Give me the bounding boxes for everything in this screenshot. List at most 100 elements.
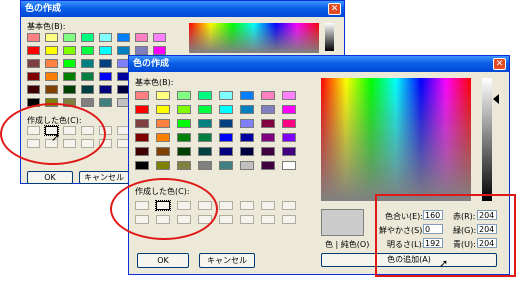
basic-color-swatch[interactable] xyxy=(135,46,148,55)
basic-color-swatch[interactable] xyxy=(135,91,149,100)
basic-color-swatch[interactable] xyxy=(177,161,191,170)
basic-color-swatch[interactable] xyxy=(177,91,191,100)
basic-color-swatch[interactable] xyxy=(198,119,212,128)
custom-color-slot[interactable] xyxy=(240,215,254,224)
basic-color-swatch[interactable] xyxy=(63,72,76,81)
basic-color-swatch[interactable] xyxy=(81,98,94,107)
basic-color-swatch[interactable] xyxy=(177,147,191,156)
basic-color-swatch[interactable] xyxy=(81,85,94,94)
basic-color-swatch[interactable] xyxy=(63,46,76,55)
basic-color-swatch[interactable] xyxy=(99,46,112,55)
basic-color-swatch[interactable] xyxy=(81,46,94,55)
basic-color-swatch[interactable] xyxy=(219,133,233,142)
basic-color-swatch[interactable] xyxy=(261,105,275,114)
basic-color-swatch[interactable] xyxy=(99,33,112,42)
custom-color-slot[interactable] xyxy=(261,201,275,210)
basic-color-swatch[interactable] xyxy=(261,147,275,156)
basic-color-swatch[interactable] xyxy=(156,119,170,128)
basic-color-swatch[interactable] xyxy=(219,161,233,170)
basic-color-swatch[interactable] xyxy=(117,33,130,42)
basic-color-swatch[interactable] xyxy=(240,161,254,170)
basic-color-swatch[interactable] xyxy=(135,33,148,42)
custom-color-slot[interactable] xyxy=(282,215,296,224)
basic-color-swatch[interactable] xyxy=(261,91,275,100)
basic-color-swatch[interactable] xyxy=(63,85,76,94)
basic-color-swatch[interactable] xyxy=(282,161,296,170)
basic-color-swatch[interactable] xyxy=(45,72,58,81)
basic-color-swatch[interactable] xyxy=(219,91,233,100)
basic-color-swatch[interactable] xyxy=(198,105,212,114)
basic-color-swatch[interactable] xyxy=(177,105,191,114)
basic-color-swatch[interactable] xyxy=(135,161,149,170)
basic-color-swatch[interactable] xyxy=(156,161,170,170)
basic-color-swatch[interactable] xyxy=(99,98,112,107)
cancel-button[interactable]: キャンセル xyxy=(199,253,255,268)
custom-color-slot[interactable] xyxy=(261,215,275,224)
basic-color-swatch[interactable] xyxy=(282,91,296,100)
basic-color-swatch[interactable] xyxy=(198,133,212,142)
basic-color-swatch[interactable] xyxy=(156,133,170,142)
basic-color-swatch[interactable] xyxy=(153,46,166,55)
basic-color-swatch[interactable] xyxy=(81,72,94,81)
basic-color-swatch[interactable] xyxy=(156,147,170,156)
basic-color-swatch[interactable] xyxy=(27,85,40,94)
basic-color-swatch[interactable] xyxy=(45,85,58,94)
luminance-arrow-icon[interactable] xyxy=(493,94,499,104)
basic-color-swatch[interactable] xyxy=(240,119,254,128)
custom-color-slot[interactable] xyxy=(240,201,254,210)
basic-color-swatch[interactable] xyxy=(135,133,149,142)
basic-color-swatch[interactable] xyxy=(282,119,296,128)
basic-color-swatch[interactable] xyxy=(81,33,94,42)
basic-color-swatch[interactable] xyxy=(282,105,296,114)
basic-color-swatch[interactable] xyxy=(156,105,170,114)
basic-color-swatch[interactable] xyxy=(153,33,166,42)
luminance-bar[interactable] xyxy=(482,78,492,201)
basic-color-swatch[interactable] xyxy=(63,33,76,42)
basic-color-swatch[interactable] xyxy=(117,46,130,55)
basic-color-swatch[interactable] xyxy=(99,72,112,81)
basic-color-swatch[interactable] xyxy=(198,161,212,170)
basic-color-swatch[interactable] xyxy=(156,91,170,100)
custom-color-slot[interactable] xyxy=(219,201,233,210)
custom-color-slot[interactable] xyxy=(282,201,296,210)
color-spectrum[interactable] xyxy=(321,78,471,201)
back-ok-button[interactable]: OK xyxy=(27,171,73,184)
basic-color-swatch[interactable] xyxy=(282,133,296,142)
basic-color-swatch[interactable] xyxy=(219,119,233,128)
basic-color-swatch[interactable] xyxy=(282,147,296,156)
basic-color-swatch[interactable] xyxy=(219,105,233,114)
basic-color-swatch[interactable] xyxy=(261,161,275,170)
basic-color-swatch[interactable] xyxy=(261,133,275,142)
basic-color-swatch[interactable] xyxy=(99,85,112,94)
back-cancel-button[interactable]: キャンセル xyxy=(79,171,129,184)
basic-color-swatch[interactable] xyxy=(81,59,94,68)
ok-button[interactable]: OK xyxy=(137,253,189,268)
basic-color-swatch[interactable] xyxy=(198,147,212,156)
basic-color-swatch[interactable] xyxy=(63,59,76,68)
basic-color-swatch[interactable] xyxy=(219,147,233,156)
basic-color-swatch[interactable] xyxy=(45,46,58,55)
basic-color-swatch[interactable] xyxy=(240,91,254,100)
back-luminance-bar[interactable] xyxy=(325,23,334,51)
basic-color-swatch[interactable] xyxy=(45,59,58,68)
basic-color-swatch[interactable] xyxy=(240,147,254,156)
basic-color-swatch[interactable] xyxy=(135,105,149,114)
back-close-icon[interactable]: ✕ xyxy=(328,3,341,15)
basic-color-swatch[interactable] xyxy=(45,33,58,42)
basic-color-swatch[interactable] xyxy=(99,59,112,68)
basic-color-swatch[interactable] xyxy=(198,91,212,100)
basic-color-swatch[interactable] xyxy=(261,119,275,128)
basic-color-swatch[interactable] xyxy=(135,119,149,128)
basic-color-swatch[interactable] xyxy=(27,59,40,68)
basic-color-swatch[interactable] xyxy=(135,147,149,156)
basic-color-swatch[interactable] xyxy=(177,119,191,128)
custom-color-slot[interactable] xyxy=(219,215,233,224)
back-color-spectrum[interactable] xyxy=(189,23,319,53)
basic-color-swatch[interactable] xyxy=(240,105,254,114)
basic-color-swatch[interactable] xyxy=(177,133,191,142)
basic-color-swatch[interactable] xyxy=(27,46,40,55)
basic-color-swatch[interactable] xyxy=(240,133,254,142)
basic-color-swatch[interactable] xyxy=(27,72,40,81)
front-close-icon[interactable]: ✕ xyxy=(493,58,506,70)
basic-color-swatch[interactable] xyxy=(27,33,40,42)
